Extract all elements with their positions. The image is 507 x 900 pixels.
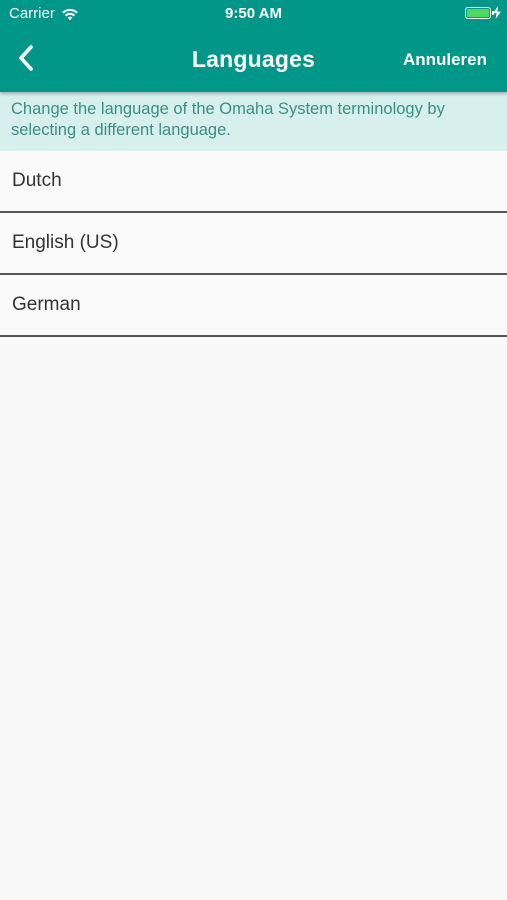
status-bar: Carrier 9:50 AM xyxy=(0,0,507,28)
battery-icon xyxy=(465,6,494,19)
clock: 9:50 AM xyxy=(225,5,282,22)
charging-bolt-icon xyxy=(493,6,501,19)
info-banner: Change the language of the Omaha System … xyxy=(0,92,507,151)
language-item-english-us[interactable]: English (US) xyxy=(0,213,507,275)
battery-group xyxy=(465,6,501,19)
navigation-bar: Languages Annuleren xyxy=(0,28,507,92)
language-item-dutch[interactable]: Dutch xyxy=(0,151,507,213)
app-header: Carrier 9:50 AM Languages Annuleren xyxy=(0,0,507,92)
language-item-german[interactable]: German xyxy=(0,275,507,337)
cancel-button[interactable]: Annuleren xyxy=(403,50,487,70)
language-list: Dutch English (US) German xyxy=(0,151,507,337)
languages-screen: Carrier 9:50 AM Languages Annuleren Chan… xyxy=(0,0,507,900)
battery-level-fill xyxy=(467,8,489,17)
language-label: English (US) xyxy=(12,232,119,253)
language-label: Dutch xyxy=(12,170,62,191)
info-banner-text: Change the language of the Omaha System … xyxy=(11,100,445,139)
language-label: German xyxy=(12,294,81,315)
